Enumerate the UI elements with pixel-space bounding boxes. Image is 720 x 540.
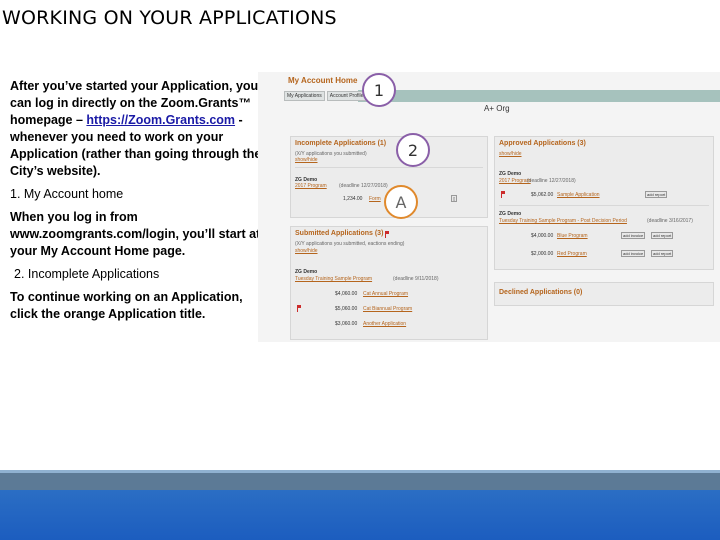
submitted-deadline: (deadline 9/11/2018)	[393, 276, 439, 282]
add-report-button[interactable]: add report	[651, 250, 674, 257]
approved-group: ZG Demo	[499, 211, 522, 217]
slide-title: WORKING ON YOUR APPLICATIONS	[2, 7, 337, 29]
submitted-group: ZG Demo	[295, 269, 318, 275]
footer-band	[0, 470, 720, 492]
approved-row-label[interactable]: Blue Program	[557, 233, 588, 239]
submitted-row-label[interactable]: Another Application	[363, 321, 406, 327]
item-my-account-home: 1. My Account home	[10, 187, 124, 201]
tab-account-profile[interactable]: Account Profile	[326, 91, 367, 101]
approved-group: ZG Demo	[499, 171, 522, 177]
approved-row-amount: $2,000.00	[531, 251, 554, 257]
submitted-row-amount: $3,060.00	[335, 321, 358, 327]
submitted-row-label[interactable]: Cat Biannual Program	[363, 306, 412, 312]
submitted-row-label[interactable]: Cat Annual Program	[363, 291, 408, 297]
submitted-sub: (X/Y applications you submitted, eaction…	[295, 241, 405, 247]
instructions-text: After you’ve started your Application, y…	[10, 78, 262, 323]
continue-paragraph: To continue working on an Application, c…	[10, 290, 243, 321]
incomplete-deadline: (deadline 12/27/2018)	[339, 183, 388, 189]
flag-icon	[501, 191, 505, 198]
approved-row-amount: $5,062.00	[531, 192, 554, 198]
header-band	[358, 90, 720, 102]
approved-row-label[interactable]: Red Program	[557, 251, 587, 257]
declined-applications-panel: Declined Applications (0)	[494, 282, 714, 306]
account-tabs: My Applications Account Profile	[284, 91, 367, 101]
approved-show-hide[interactable]: show/hide	[499, 151, 522, 157]
incomplete-amount: 1,234.00	[343, 196, 363, 202]
trash-icon[interactable]: ▯	[451, 195, 458, 202]
incomplete-title[interactable]: Incomplete Applications (1)	[295, 140, 386, 147]
submitted-show-hide[interactable]: show/hide	[295, 248, 318, 254]
approved-program[interactable]: Tuesday Training Sample Program - Post D…	[499, 218, 627, 224]
approved-deadline: (deadline 3/16/2017)	[647, 218, 693, 224]
submitted-row-amount: $5,060.00	[335, 306, 358, 312]
submitted-title[interactable]: Submitted Applications (3)	[295, 230, 383, 237]
flag-icon	[297, 305, 301, 312]
tab-my-applications[interactable]: My Applications	[284, 91, 325, 101]
app-screenshot: My Account Home My Applications Account …	[258, 72, 720, 342]
incomplete-show-hide[interactable]: show/hide	[295, 157, 318, 163]
incomplete-app-link[interactable]: Form	[369, 196, 381, 202]
callout-badge-1: 1	[362, 73, 396, 107]
submitted-program[interactable]: Tuesday Training Sample Program	[295, 276, 372, 282]
login-paragraph: When you log in from www.zoomgrants.com/…	[10, 210, 261, 258]
add-report-button[interactable]: add report	[651, 232, 674, 239]
zoomgrants-link[interactable]: https://Zoom.Grants.com	[86, 113, 235, 127]
divider	[499, 205, 709, 206]
approved-row-amount: $4,000.00	[531, 233, 554, 239]
callout-badge-2: 2	[396, 133, 430, 167]
item-incomplete-applications: 2. Incomplete Applications	[14, 267, 160, 281]
approved-applications-panel: Approved Applications (3) show/hide ZG D…	[494, 136, 714, 270]
approved-deadline: (deadline 12/27/2018)	[527, 178, 576, 184]
add-invoice-button[interactable]: add invoice	[621, 232, 646, 239]
incomplete-program[interactable]: 2017 Program	[295, 183, 327, 189]
approved-row-label[interactable]: Sample Application	[557, 192, 600, 198]
submitted-applications-panel: Submitted Applications (3) (X/Y applicat…	[290, 226, 488, 340]
declined-title[interactable]: Declined Applications (0)	[499, 289, 582, 296]
approved-program[interactable]: 2017 Program	[499, 178, 531, 184]
divider	[295, 167, 483, 168]
intro-paragraph: After you’ve started your Application, y…	[10, 78, 262, 180]
flag-icon	[385, 231, 389, 238]
footer-strip	[0, 470, 720, 473]
submitted-row-amount: $4,060.00	[335, 291, 358, 297]
add-report-button[interactable]: add report	[645, 191, 668, 198]
callout-badge-a: A	[384, 185, 418, 219]
my-account-home-title: My Account Home	[288, 76, 358, 85]
org-name: A+ Org	[484, 104, 510, 113]
add-invoice-button[interactable]: add invoice	[621, 250, 646, 257]
approved-title[interactable]: Approved Applications (3)	[499, 140, 586, 147]
footer-bar	[0, 490, 720, 540]
